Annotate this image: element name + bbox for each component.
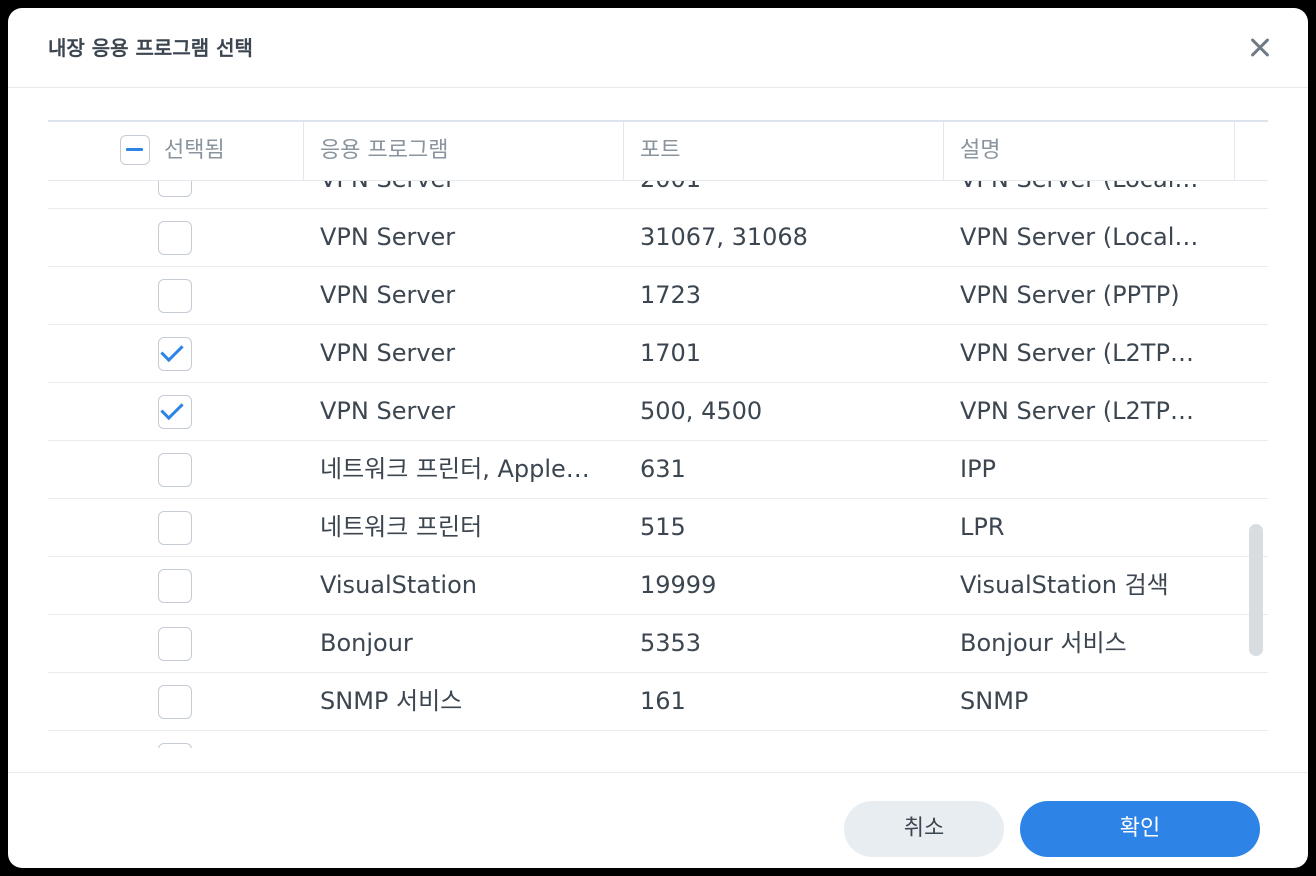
- row-description: Bonjour 서비스: [960, 629, 1127, 657]
- row-port: 631: [640, 455, 686, 483]
- indeterminate-icon: [126, 148, 143, 151]
- row-description: VPN Server (Local…: [960, 223, 1199, 251]
- dialog-footer: 취소 확인: [8, 772, 1308, 868]
- row-port: 161: [640, 687, 686, 715]
- table-row[interactable]: VisualStation 19999 VisualStation 검색: [48, 557, 1268, 615]
- column-label-description: 설명: [960, 138, 1001, 163]
- ok-button[interactable]: 확인: [1020, 801, 1260, 857]
- select-builtin-apps-dialog: 내장 응용 프로그램 선택 VPN Server2001VPN Server (…: [8, 8, 1308, 868]
- column-label-application: 응용 프로그램: [320, 138, 449, 163]
- row-description: LPR: [960, 513, 1005, 541]
- row-port: 5353: [640, 629, 702, 657]
- dialog-header: 내장 응용 프로그램 선택: [8, 8, 1308, 88]
- row-checkbox[interactable]: [158, 511, 192, 545]
- row-checkbox[interactable]: [158, 743, 192, 748]
- table-row[interactable]: VPN Server 1723 VPN Server (PPTP): [48, 267, 1268, 325]
- row-application: VPN Server: [320, 281, 456, 309]
- row-description: IPP: [960, 455, 997, 483]
- row-port: 19999: [640, 571, 717, 599]
- column-header-selected[interactable]: 선택됨: [48, 122, 304, 180]
- row-checkbox[interactable]: [158, 279, 192, 313]
- column-label-port: 포트: [640, 138, 681, 163]
- row-application: VisualStation: [320, 571, 477, 599]
- select-all-checkbox[interactable]: [120, 135, 150, 165]
- close-icon[interactable]: [1246, 34, 1274, 62]
- row-description: SNMP: [960, 687, 1029, 715]
- row-checkbox[interactable]: [158, 627, 192, 661]
- row-checkbox[interactable]: [158, 569, 192, 603]
- grid-header: 선택됨 응용 프로그램 포트 설명: [48, 120, 1268, 181]
- row-application: 네트워크 프린터: [320, 513, 483, 541]
- row-application: 네트워크 프린터, Apple…: [320, 455, 590, 483]
- row-description: VPN Server (L2TP…: [960, 339, 1194, 367]
- table-row[interactable]: [48, 731, 1268, 748]
- row-port: 515: [640, 513, 686, 541]
- column-label-selected: 선택됨: [164, 138, 225, 163]
- table-row[interactable]: 네트워크 프린터 515 LPR: [48, 499, 1268, 557]
- row-port: 31067, 31068: [640, 223, 808, 251]
- row-description: VPN Server (PPTP): [960, 281, 1180, 309]
- row-port: 1701: [640, 339, 702, 367]
- row-port: 1723: [640, 281, 702, 309]
- cancel-button[interactable]: 취소: [844, 801, 1004, 857]
- row-application: Bonjour: [320, 629, 413, 657]
- row-description: VisualStation 검색: [960, 571, 1169, 599]
- apps-grid: VPN Server2001VPN Server (Local…VPN Serv…: [48, 120, 1268, 748]
- row-checkbox[interactable]: [158, 337, 192, 371]
- dialog-title: 내장 응용 프로그램 선택: [48, 36, 253, 60]
- row-description: VPN Server (L2TP…: [960, 397, 1194, 425]
- table-row[interactable]: VPN Server 500, 4500 VPN Server (L2TP…: [48, 383, 1268, 441]
- column-header-application[interactable]: 응용 프로그램: [304, 122, 624, 180]
- row-checkbox[interactable]: [158, 685, 192, 719]
- table-row[interactable]: VPN Server 1701 VPN Server (L2TP…: [48, 325, 1268, 383]
- row-checkbox[interactable]: [158, 453, 192, 487]
- row-application: SNMP 서비스: [320, 687, 463, 715]
- row-application: VPN Server: [320, 397, 456, 425]
- table-row[interactable]: 네트워크 프린터, Apple… 631 IPP: [48, 441, 1268, 499]
- row-checkbox[interactable]: [158, 395, 192, 429]
- row-application: VPN Server: [320, 339, 456, 367]
- grid-scrollbar[interactable]: [1249, 524, 1263, 656]
- row-application: VPN Server: [320, 223, 456, 251]
- table-row[interactable]: SNMP 서비스 161 SNMP: [48, 673, 1268, 731]
- row-port: 500, 4500: [640, 397, 763, 425]
- column-header-port[interactable]: 포트: [624, 122, 944, 180]
- table-row[interactable]: VPN Server 31067, 31068 VPN Server (Local…: [48, 209, 1268, 267]
- row-checkbox[interactable]: [158, 221, 192, 255]
- column-header-description[interactable]: 설명: [944, 122, 1235, 180]
- table-row[interactable]: Bonjour 5353 Bonjour 서비스: [48, 615, 1268, 673]
